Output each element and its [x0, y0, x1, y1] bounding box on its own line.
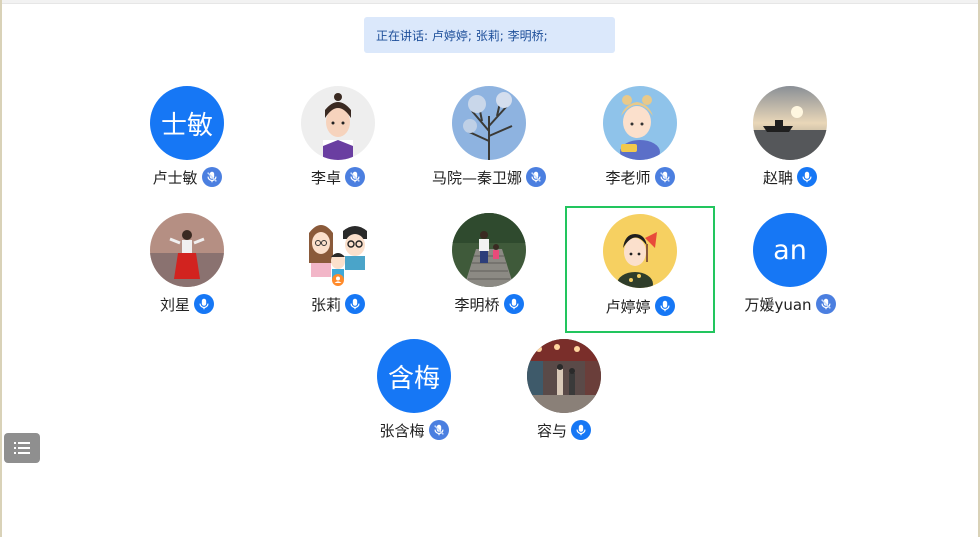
participant-tile[interactable]: 刘星 — [112, 192, 262, 314]
window-top-edge — [0, 0, 980, 4]
participant-name: 卢士敏 — [152, 168, 198, 187]
participant-tile[interactable]: 士敏 卢士敏 — [112, 65, 262, 187]
participant-name: 李老师 — [605, 168, 651, 187]
avatar: 士敏 — [150, 86, 224, 160]
cartoon-man-avatar — [301, 86, 375, 160]
participant-tile[interactable]: 容与 — [489, 318, 639, 440]
list-icon — [14, 442, 30, 454]
speaking-now-banner: 正在讲话: 卢婷婷; 张莉; 李明桥; — [364, 17, 615, 53]
cartoon-girl-avatar — [603, 86, 677, 160]
participant-name: 李卓 — [310, 168, 341, 187]
cartoon-family-avatar — [301, 213, 375, 287]
participant-tile[interactable]: 李卓 — [263, 65, 413, 187]
avatar: 含梅 — [377, 339, 451, 413]
stairs-park-photo — [452, 213, 526, 287]
mic-on-icon[interactable] — [345, 294, 365, 314]
list-toggle-button[interactable] — [4, 433, 40, 463]
participant-name: 张含梅 — [379, 421, 425, 440]
market-street-photo — [527, 339, 601, 413]
participant-tile[interactable]: 李明桥 — [414, 192, 564, 314]
participant-tile-active[interactable]: 卢婷婷 — [565, 206, 715, 333]
mic-on-icon[interactable] — [654, 296, 675, 316]
participant-tile[interactable]: 赵聃 — [715, 65, 865, 187]
mic-muted-icon[interactable] — [654, 167, 675, 187]
participant-tile[interactable]: 李老师 — [565, 65, 715, 187]
cartoon-fan-avatar — [603, 214, 677, 288]
mic-muted-icon[interactable] — [526, 167, 546, 187]
participant-name: 卢婷婷 — [605, 297, 651, 316]
person-red-skirt-photo — [150, 213, 224, 287]
avatar: an — [753, 213, 827, 287]
mic-on-icon[interactable] — [503, 294, 524, 314]
participant-name: 万媛yuan — [744, 295, 812, 314]
mic-on-icon[interactable] — [194, 294, 214, 314]
window-left-edge — [0, 0, 2, 537]
participant-name: 容与 — [536, 421, 567, 440]
mic-muted-icon[interactable] — [345, 167, 365, 187]
mic-muted-icon[interactable] — [428, 420, 449, 440]
mic-muted-icon[interactable] — [815, 294, 836, 314]
sunset-boat-photo — [753, 86, 827, 160]
mic-muted-icon[interactable] — [201, 167, 222, 187]
participant-tile[interactable]: 张莉 — [263, 192, 413, 314]
tree-sky-photo — [452, 86, 526, 160]
participant-tile[interactable]: 马院—秦卫娜 — [414, 65, 564, 187]
participant-name: 张莉 — [310, 295, 341, 314]
participant-name: 马院—秦卫娜 — [431, 168, 522, 187]
participant-name: 刘星 — [159, 295, 190, 314]
mic-on-icon[interactable] — [797, 167, 817, 187]
participant-tile[interactable]: 含梅 张含梅 — [339, 318, 489, 440]
participant-name: 李明桥 — [454, 295, 500, 314]
participant-tile[interactable]: an 万媛yuan — [715, 192, 865, 314]
participant-name: 赵聃 — [762, 168, 793, 187]
mic-on-icon[interactable] — [571, 420, 591, 440]
